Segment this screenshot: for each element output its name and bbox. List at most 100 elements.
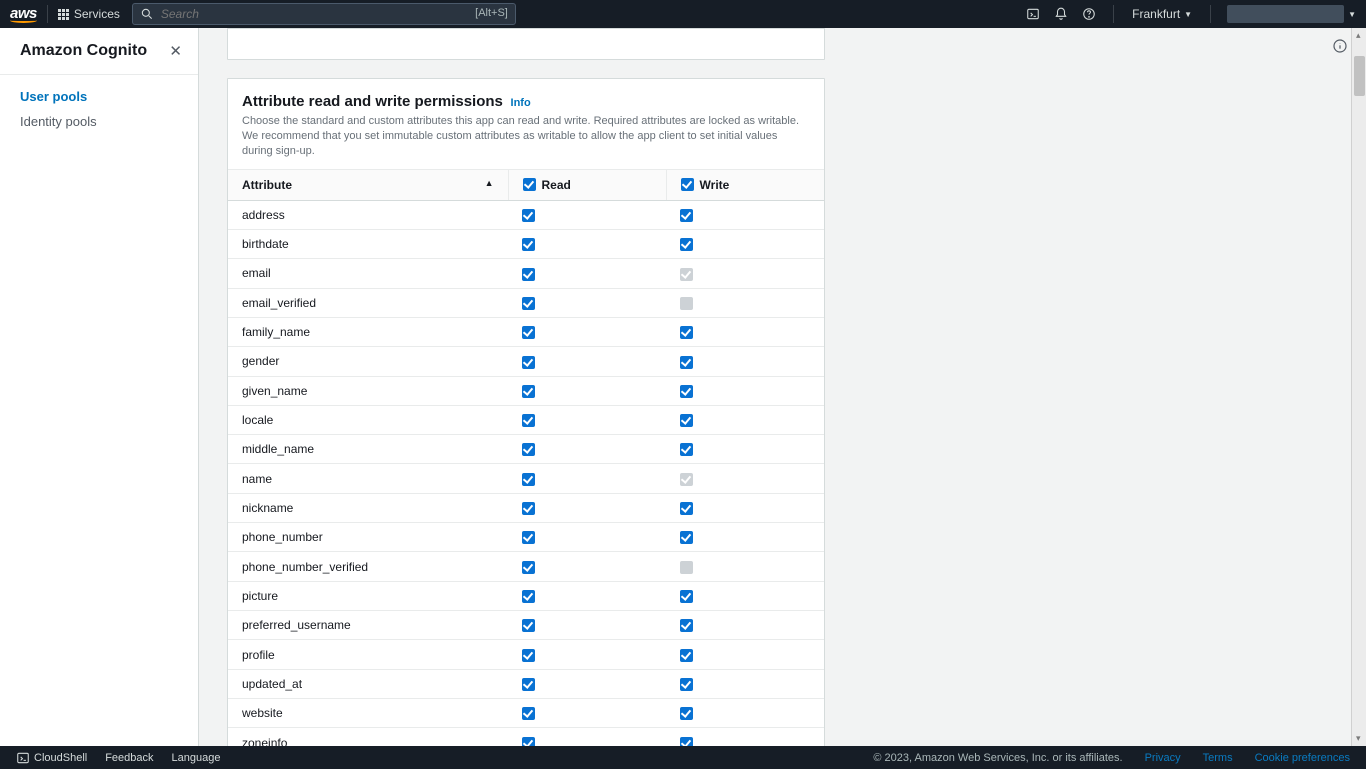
attribute-name: preferred_username bbox=[228, 611, 508, 640]
read-checkbox[interactable] bbox=[522, 443, 535, 456]
write-checkbox[interactable] bbox=[680, 590, 693, 603]
write-checkbox[interactable] bbox=[680, 707, 693, 720]
account-menu[interactable] bbox=[1227, 5, 1344, 23]
read-checkbox[interactable] bbox=[522, 473, 535, 486]
write-checkbox[interactable] bbox=[680, 678, 693, 691]
notifications-icon[interactable] bbox=[1047, 7, 1075, 21]
write-checkbox[interactable] bbox=[680, 619, 693, 632]
table-row: website bbox=[228, 699, 824, 728]
write-checkbox[interactable] bbox=[680, 326, 693, 339]
write-checkbox[interactable] bbox=[680, 385, 693, 398]
help-icon[interactable] bbox=[1075, 7, 1103, 21]
write-checkbox bbox=[680, 473, 693, 486]
write-checkbox[interactable] bbox=[680, 443, 693, 456]
attribute-name: name bbox=[228, 464, 508, 493]
attribute-name: gender bbox=[228, 347, 508, 376]
region-label: Frankfurt bbox=[1132, 7, 1180, 21]
attribute-name: given_name bbox=[228, 376, 508, 405]
col-write[interactable]: Write bbox=[666, 169, 824, 200]
read-checkbox[interactable] bbox=[522, 414, 535, 427]
write-checkbox[interactable] bbox=[680, 737, 693, 746]
help-panel-toggle[interactable] bbox=[1330, 36, 1350, 56]
sidebar: Amazon Cognito ✕ User poolsIdentity pool… bbox=[0, 28, 199, 746]
read-checkbox[interactable] bbox=[522, 297, 535, 310]
write-checkbox[interactable] bbox=[680, 209, 693, 222]
cloudshell-link[interactable]: CloudShell bbox=[16, 751, 87, 765]
sort-asc-icon: ▲ bbox=[485, 178, 494, 188]
prev-panel bbox=[227, 28, 825, 60]
read-checkbox[interactable] bbox=[522, 238, 535, 251]
cloudshell-label: CloudShell bbox=[34, 752, 87, 764]
write-checkbox[interactable] bbox=[680, 531, 693, 544]
search-shortcut: [Alt+S] bbox=[475, 7, 508, 19]
privacy-link[interactable]: Privacy bbox=[1145, 752, 1181, 764]
col-attribute[interactable]: Attribute ▲ bbox=[228, 169, 508, 200]
table-row: locale bbox=[228, 405, 824, 434]
table-row: gender bbox=[228, 347, 824, 376]
read-checkbox[interactable] bbox=[522, 649, 535, 662]
read-checkbox[interactable] bbox=[522, 356, 535, 369]
read-checkbox[interactable] bbox=[522, 268, 535, 281]
table-row: middle_name bbox=[228, 435, 824, 464]
write-checkbox bbox=[680, 268, 693, 281]
read-checkbox[interactable] bbox=[522, 561, 535, 574]
aws-logo[interactable]: aws bbox=[10, 5, 37, 24]
read-checkbox[interactable] bbox=[522, 326, 535, 339]
table-row: phone_number_verified bbox=[228, 552, 824, 581]
read-checkbox[interactable] bbox=[522, 209, 535, 222]
read-checkbox[interactable] bbox=[522, 707, 535, 720]
write-checkbox[interactable] bbox=[680, 238, 693, 251]
region-selector[interactable]: Frankfurt ▼ bbox=[1132, 7, 1192, 21]
sidebar-item-identity-pools[interactable]: Identity pools bbox=[20, 114, 178, 129]
info-link[interactable]: Info bbox=[511, 97, 531, 109]
panel-description: Choose the standard and custom attribute… bbox=[242, 114, 810, 159]
attribute-name: updated_at bbox=[228, 669, 508, 698]
terms-link[interactable]: Terms bbox=[1203, 752, 1233, 764]
attribute-name: nickname bbox=[228, 493, 508, 522]
scroll-thumb[interactable] bbox=[1354, 56, 1365, 96]
cookie-prefs-link[interactable]: Cookie preferences bbox=[1255, 752, 1350, 764]
read-checkbox[interactable] bbox=[522, 590, 535, 603]
caret-down-icon: ▼ bbox=[1348, 10, 1356, 19]
attribute-name: profile bbox=[228, 640, 508, 669]
attribute-name: email bbox=[228, 259, 508, 288]
content: Attribute read and write permissions Inf… bbox=[199, 28, 1366, 746]
read-all-checkbox[interactable] bbox=[523, 178, 536, 191]
attributes-table: Attribute ▲ Read bbox=[228, 169, 824, 746]
write-checkbox[interactable] bbox=[680, 649, 693, 662]
close-icon[interactable]: ✕ bbox=[169, 42, 182, 60]
attribute-name: locale bbox=[228, 405, 508, 434]
search-input[interactable] bbox=[132, 3, 516, 25]
scrollbar[interactable] bbox=[1351, 28, 1366, 746]
table-row: email_verified bbox=[228, 288, 824, 317]
table-row: family_name bbox=[228, 317, 824, 346]
copyright: © 2023, Amazon Web Services, Inc. or its… bbox=[873, 752, 1122, 764]
col-read[interactable]: Read bbox=[508, 169, 666, 200]
read-checkbox[interactable] bbox=[522, 737, 535, 746]
table-row: nickname bbox=[228, 493, 824, 522]
write-checkbox[interactable] bbox=[680, 414, 693, 427]
read-checkbox[interactable] bbox=[522, 678, 535, 691]
write-checkbox[interactable] bbox=[680, 502, 693, 515]
read-checkbox[interactable] bbox=[522, 385, 535, 398]
write-all-checkbox[interactable] bbox=[681, 178, 694, 191]
read-checkbox[interactable] bbox=[522, 502, 535, 515]
table-row: birthdate bbox=[228, 229, 824, 258]
table-row: email bbox=[228, 259, 824, 288]
language-link[interactable]: Language bbox=[172, 752, 221, 764]
feedback-link[interactable]: Feedback bbox=[105, 752, 153, 764]
attribute-name: phone_number bbox=[228, 523, 508, 552]
read-checkbox[interactable] bbox=[522, 531, 535, 544]
sidebar-item-user-pools[interactable]: User pools bbox=[20, 89, 178, 104]
attribute-name: picture bbox=[228, 581, 508, 610]
attribute-name: phone_number_verified bbox=[228, 552, 508, 581]
services-menu[interactable]: Services bbox=[58, 7, 120, 21]
write-checkbox[interactable] bbox=[680, 356, 693, 369]
attribute-name: address bbox=[228, 200, 508, 229]
cloudshell-icon[interactable] bbox=[1019, 7, 1047, 21]
read-checkbox[interactable] bbox=[522, 619, 535, 632]
panel-title: Attribute read and write permissions bbox=[242, 93, 503, 110]
attribute-name: family_name bbox=[228, 317, 508, 346]
attribute-name: middle_name bbox=[228, 435, 508, 464]
attribute-name: birthdate bbox=[228, 229, 508, 258]
